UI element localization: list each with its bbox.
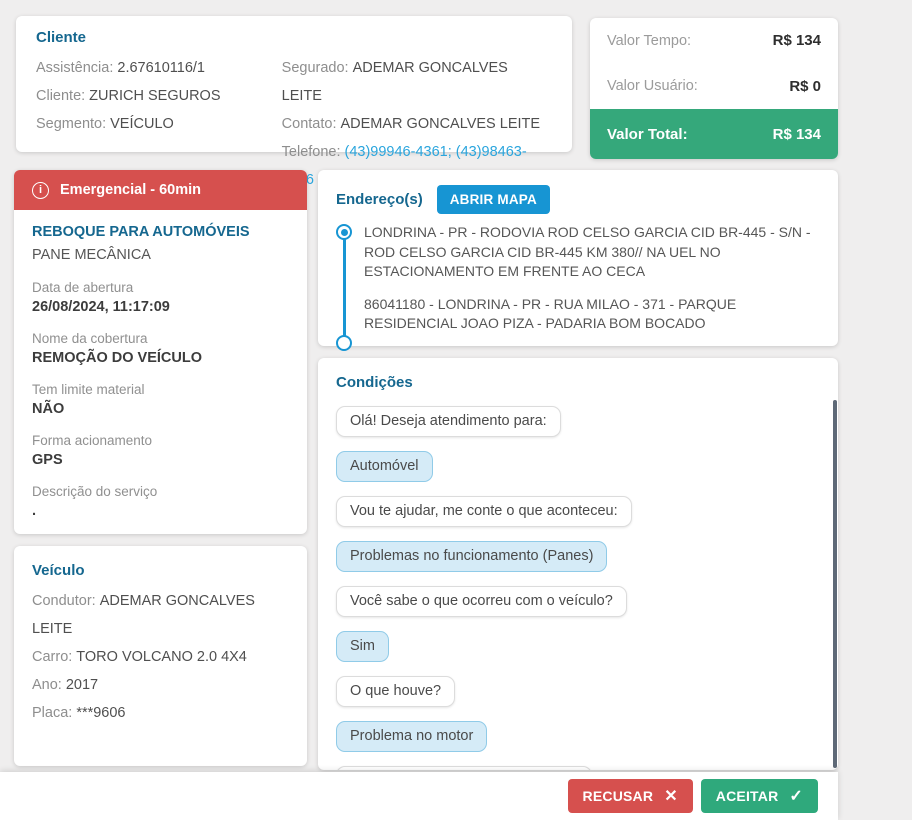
insured-row: Segurado: ADEMAR GONCALVES LEITE	[282, 54, 552, 110]
coverage-name-value: REMOÇÃO DO VEÍCULO	[32, 350, 202, 366]
driver-label: Condutor:	[32, 593, 96, 609]
contact-row: Contato: ADEMAR GONCALVES LEITE	[282, 110, 552, 138]
reject-button[interactable]: RECUSAR ✕	[567, 779, 693, 813]
year-value: 2017	[65, 677, 99, 693]
year-row: Ano: 2017	[32, 671, 289, 699]
client-row: Cliente: ZURICH SEGUROS	[36, 82, 282, 110]
info-icon: i	[32, 181, 49, 199]
service-description-value: .	[32, 503, 37, 519]
value-total-row: Valor Total: R$ 134	[590, 109, 838, 159]
year-label: Ano:	[32, 677, 62, 693]
driver-row: Condutor: ADEMAR GONCALVES LEITE	[32, 587, 289, 643]
check-icon: ✓	[789, 788, 803, 805]
origin-marker-dot	[340, 228, 348, 236]
plate-value: ***9606	[76, 705, 126, 721]
segment-label: Segmento:	[36, 116, 107, 132]
urgency-banner-label: Emergencial - 60min	[60, 182, 202, 198]
open-date-label: Data de abertura	[32, 280, 134, 295]
service-body: REBOQUE PARA AUTOMÓVEIS PANE MECÂNICA Da…	[14, 210, 307, 547]
material-limit-label: Tem limite material	[32, 382, 145, 397]
close-icon: ✕	[664, 788, 678, 805]
car-label: Carro:	[32, 649, 73, 665]
addresses-card-title: Endereço(s)	[336, 191, 423, 208]
values-card: Valor Tempo: R$ 134 Valor Usuário: R$ 0 …	[590, 18, 838, 159]
address-timeline: LONDRINA - PR - RODOVIA ROD CELSO GARCIA…	[336, 223, 820, 351]
destination-marker-icon	[336, 335, 352, 351]
client-card: Cliente Assistência: 2.67610116/1 Cliente…	[16, 16, 572, 188]
material-limit-value: NÃO	[32, 401, 65, 417]
trigger-method-value: GPS	[32, 452, 63, 468]
chat-message-answer: Problema no motor	[336, 721, 488, 752]
coverage-name-label: Nome da cobertura	[32, 331, 148, 346]
vehicle-card-title: Veículo	[32, 562, 85, 579]
plate-row: Placa: ***9606	[32, 699, 289, 727]
value-time-amount: R$ 134	[772, 32, 821, 50]
accept-button[interactable]: ACEITAR ✓	[700, 779, 818, 813]
car-row: Carro: TORO VOLCANO 2.0 4X4	[32, 643, 289, 671]
plate-label: Placa:	[32, 705, 73, 721]
value-user-amount: R$ 0	[789, 77, 821, 95]
service-card: i Emergencial - 60min REBOQUE PARA AUTOM…	[14, 170, 307, 534]
client-card-title: Cliente	[36, 29, 87, 46]
chat-message-question: Olá! Deseja atendimento para:	[336, 406, 561, 437]
segment-row: Segmento: VEÍCULO	[36, 110, 282, 138]
value-total-amount: R$ 134	[772, 125, 821, 143]
value-time-label: Valor Tempo:	[607, 32, 692, 49]
service-name: REBOQUE PARA AUTOMÓVEIS	[32, 224, 250, 240]
reject-button-label: RECUSAR	[582, 788, 654, 804]
value-user-label: Valor Usuário:	[607, 78, 698, 95]
origin-address: LONDRINA - PR - RODOVIA ROD CELSO GARCIA…	[364, 224, 811, 279]
vehicle-fields: Condutor: ADEMAR GONCALVES LEITE Carro: TO…	[32, 587, 289, 727]
open-date-value: 26/08/2024, 11:17:09	[32, 299, 170, 315]
car-value: TORO VOLCANO 2.0 4X4	[76, 649, 247, 665]
action-bar: RECUSAR ✕ ACEITAR ✓	[0, 772, 838, 820]
urgency-banner: i Emergencial - 60min	[14, 170, 307, 210]
phone-label: Telefone:	[281, 144, 341, 160]
open-date-field: Data de abertura 26/08/2024, 11:17:09	[32, 278, 289, 318]
chat-scrollbar[interactable]	[833, 400, 837, 768]
destination-address: 86041180 - LONDRINA - PR - RUA MILAO - 3…	[364, 295, 737, 332]
client-label: Cliente:	[36, 88, 86, 104]
assistance-label: Assistência:	[36, 60, 114, 76]
chat-message-question: Você sabe o que ocorreu com o veículo?	[336, 586, 627, 617]
assistance-row: Assistência: 2.67610116/1	[36, 54, 282, 82]
service-description-label: Descrição do serviço	[32, 484, 158, 499]
timeline-connector-line	[343, 233, 346, 339]
value-user-row: Valor Usuário: R$ 0	[590, 64, 838, 110]
material-limit-field: Tem limite material NÃO	[32, 380, 289, 420]
chat-message-question: O que houve?	[336, 676, 456, 707]
contact-value: ADEMAR GONCALVES LEITE	[340, 116, 541, 132]
coverage-name-field: Nome da cobertura REMOÇÃO DO VEÍCULO	[32, 329, 289, 369]
accept-button-label: ACEITAR	[715, 788, 779, 804]
value-time-row: Valor Tempo: R$ 134	[590, 18, 838, 64]
contact-label: Contato:	[281, 116, 337, 132]
open-map-button[interactable]: ABRIR MAPA	[436, 185, 550, 214]
segment-value: VEÍCULO	[110, 116, 174, 132]
chat-message-answer: Problemas no funcionamento (Panes)	[336, 541, 608, 572]
conditions-card-title: Condições	[336, 374, 413, 391]
value-total-label: Valor Total:	[607, 125, 688, 143]
service-description-field: Descrição do serviço .	[32, 482, 289, 522]
addresses-card: Endereço(s) ABRIR MAPA LONDRINA - PR - R…	[318, 170, 838, 351]
chat-message-answer: Sim	[336, 631, 389, 662]
addresses-header: Endereço(s) ABRIR MAPA	[336, 185, 820, 214]
trigger-method-label: Forma acionamento	[32, 433, 153, 448]
conditions-chat: Olá! Deseja atendimento para: Automóvel …	[336, 406, 820, 770]
service-type: PANE MECÂNICA	[32, 247, 151, 263]
assistance-value: 2.67610116/1	[117, 60, 205, 76]
origin-marker-icon	[336, 224, 352, 240]
client-value: ZURICH SEGUROS	[89, 88, 221, 104]
conditions-card: Condições Olá! Deseja atendimento para: …	[318, 358, 838, 770]
chat-message-question: O veiculo está em estrada/rodovia?	[336, 766, 593, 770]
chat-message-answer: Automóvel	[336, 451, 433, 482]
chat-message-question: Vou te ajudar, me conte o que aconteceu:	[336, 496, 632, 527]
trigger-method-field: Forma acionamento GPS	[32, 431, 289, 471]
vehicle-card: Veículo Condutor: ADEMAR GONCALVES LEITE …	[14, 546, 307, 766]
insured-label: Segurado:	[281, 60, 349, 76]
